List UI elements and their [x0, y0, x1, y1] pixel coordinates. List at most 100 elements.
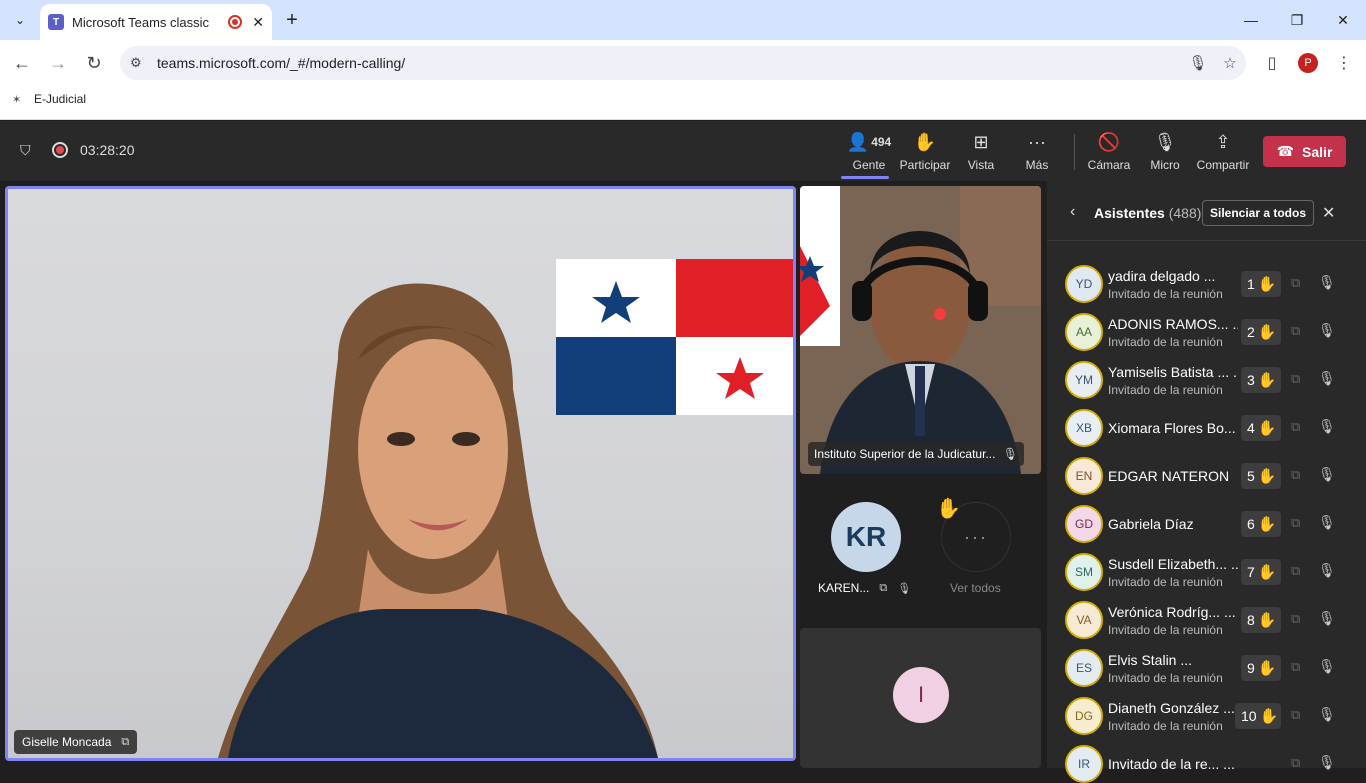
forward-button[interactable]: →	[44, 49, 72, 77]
attendee-avatar[interactable]: VA	[1065, 601, 1103, 639]
raised-hand-icon: ✋	[1257, 372, 1277, 389]
hand-raise-order: 2	[1247, 324, 1255, 340]
more-button[interactable]: ··· Más	[1009, 130, 1065, 176]
recording-indicator-icon	[228, 15, 243, 29]
main-video-tile[interactable]: Giselle Moncada ⧉	[5, 186, 796, 761]
people-count: 494	[871, 135, 892, 149]
microphone-icon[interactable]: 🎙	[1182, 54, 1214, 72]
back-chevron-icon[interactable]: ‹	[1070, 203, 1075, 221]
tab-search-chevron-icon[interactable]: ⌄	[6, 6, 34, 34]
attendee-role: Invitado de la reunión	[1108, 575, 1223, 589]
attendee-avatar[interactable]: YD	[1065, 265, 1103, 303]
reload-button[interactable]: ↻	[80, 49, 108, 77]
attendee-avatar[interactable]: EN	[1065, 457, 1103, 495]
mic-button[interactable]: 🎙 Micro	[1137, 130, 1193, 176]
mic-icon[interactable]: 🎙	[1318, 466, 1336, 483]
hand-raise-badge: 2 ✋	[1241, 319, 1281, 345]
see-all-label[interactable]: Ver todos	[950, 581, 1001, 595]
mute-all-button[interactable]: Silenciar a todos	[1202, 200, 1314, 226]
attendee-name[interactable]: Elvis Stalin ...	[1108, 652, 1238, 668]
mic-icon[interactable]: 🎙	[1318, 754, 1336, 771]
attendee-name[interactable]: Yamiselis Batista ... ...	[1108, 364, 1238, 380]
minimize-button[interactable]: —	[1228, 0, 1274, 40]
attendee-name[interactable]: ADONIS RAMOS... ...	[1108, 316, 1238, 332]
mic-icon[interactable]: 🎙	[1318, 418, 1336, 435]
attendee-avatar[interactable]: GD	[1065, 505, 1103, 543]
attendee-avatar[interactable]: DG	[1065, 697, 1103, 735]
view-button[interactable]: ⊞ Vista	[953, 130, 1009, 176]
people-label: Gente	[852, 158, 886, 172]
raised-hand-icon: ✋	[1257, 276, 1277, 293]
raised-hand-icon: ✋	[1257, 516, 1277, 533]
new-tab-button[interactable]: +	[278, 6, 306, 34]
raised-hand-icon: ✋	[1257, 564, 1277, 581]
raise-hand-label: Participar	[899, 158, 951, 172]
attendee-role: Invitado de la reunión	[1108, 287, 1223, 301]
raised-hand-icon: ✋	[1257, 660, 1277, 677]
browser-tab[interactable]: T Microsoft Teams classic ✕	[40, 4, 272, 40]
attendee-name[interactable]: Xiomara Flores Bo...	[1108, 420, 1238, 436]
hand-raise-badge: 8 ✋	[1241, 607, 1281, 633]
raised-hand-icon: ✋	[1257, 468, 1277, 485]
attendee-name[interactable]: Susdell Elizabeth... ...	[1108, 556, 1238, 572]
view-grid-icon: ⊞	[973, 132, 989, 152]
attendee-name[interactable]: Dianeth González ...	[1108, 700, 1238, 716]
profile-avatar[interactable]: P	[1298, 53, 1318, 73]
attendee-avatar[interactable]: XB	[1065, 409, 1103, 447]
camera-button[interactable]: 🚫 Cámara	[1081, 130, 1137, 176]
raised-hand-icon: ✋	[1257, 612, 1277, 629]
attendee-name[interactable]: yadira delgado ...	[1108, 268, 1238, 284]
bookmark-favicon-icon: ✶	[12, 93, 22, 106]
browser-menu-icon[interactable]: ⋮	[1330, 49, 1358, 77]
attendee-name[interactable]: Verónica Rodríg... ...	[1108, 604, 1238, 620]
leave-button[interactable]: ☎ Salir	[1263, 136, 1346, 167]
restore-button[interactable]: ❐	[1274, 0, 1320, 40]
main-speaker-name: Giselle Moncada	[22, 735, 112, 749]
attendee-name[interactable]: EDGAR NATERON	[1108, 468, 1238, 484]
mic-icon[interactable]: 🎙	[1318, 658, 1336, 675]
mic-icon[interactable]: 🎙	[1318, 610, 1336, 627]
attendees-title: Asistentes (488)	[1094, 205, 1201, 221]
mic-icon[interactable]: 🎙	[1318, 562, 1336, 579]
side-panel-icon[interactable]: ▯	[1258, 49, 1286, 77]
mic-icon[interactable]: 🎙	[1318, 514, 1336, 531]
url-text[interactable]: teams.microsoft.com/_#/modern-calling/	[157, 55, 1182, 71]
screen-share-icon: ⧉	[121, 735, 130, 748]
site-info-icon[interactable]: ⚙	[130, 55, 150, 71]
attendee-avatar[interactable]: SM	[1065, 553, 1103, 591]
close-panel-icon[interactable]: ✕	[1322, 203, 1335, 223]
recording-icon	[52, 142, 68, 158]
hand-raise-order: 6	[1247, 516, 1255, 532]
kr-avatar[interactable]: KR	[831, 502, 901, 572]
attendee-avatar[interactable]: AA	[1065, 313, 1103, 351]
people-button[interactable]: 👤 494 Gente	[841, 130, 897, 179]
bookmark-star-icon[interactable]: ☆	[1214, 54, 1246, 72]
raise-hand-button[interactable]: ✋ Participar	[897, 130, 953, 176]
hand-raise-order: 1	[1247, 276, 1255, 292]
participant-name: Instituto Superior de la Judicatur...	[814, 447, 996, 461]
hand-raise-order: 5	[1247, 468, 1255, 484]
attendee-avatar[interactable]: IR	[1065, 745, 1103, 783]
attendee-avatar[interactable]: ES	[1065, 649, 1103, 687]
mic-icon[interactable]: 🎙	[1318, 706, 1336, 723]
video-tile-instituto[interactable]: Instituto Superior de la Judicatur... 🎙	[800, 186, 1041, 474]
hangup-icon: ☎	[1276, 143, 1295, 159]
mic-icon[interactable]: 🎙	[1318, 274, 1336, 291]
back-button[interactable]: ←	[8, 49, 36, 77]
more-dots-icon: ···	[1028, 132, 1046, 152]
hand-raise-badge: 6 ✋	[1241, 511, 1281, 537]
attendee-name[interactable]: Gabriela Díaz	[1108, 516, 1238, 532]
attendee-name[interactable]: Invitado de la re... ...	[1108, 756, 1238, 772]
tab-close-icon[interactable]: ✕	[252, 14, 264, 31]
attendee-role: Invitado de la reunión	[1108, 623, 1223, 637]
camera-off-icon: ⧉	[1291, 419, 1301, 434]
bookmark-e-judicial[interactable]: ✶ E-Judicial	[12, 92, 86, 106]
attendee-avatar[interactable]: YM	[1065, 361, 1103, 399]
share-button[interactable]: ⇪ Compartir	[1195, 130, 1251, 176]
mic-icon[interactable]: 🎙	[1318, 322, 1336, 339]
attendees-title-text: Asistentes	[1094, 205, 1165, 221]
mic-icon[interactable]: 🎙	[1318, 370, 1336, 387]
address-bar[interactable]: ⚙ teams.microsoft.com/_#/modern-calling/…	[120, 46, 1246, 80]
shield-icon[interactable]: ⛉	[20, 142, 36, 158]
close-window-button[interactable]: ✕	[1320, 0, 1366, 40]
